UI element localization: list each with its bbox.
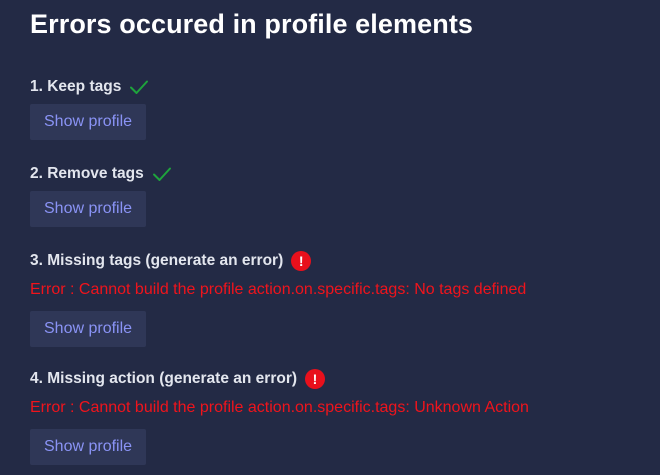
item-header: 3. Missing tags (generate an error) ! <box>30 250 526 272</box>
item-label: 4. Missing action (generate an error) <box>30 370 298 387</box>
page-title: Errors occured in profile elements <box>30 9 474 39</box>
error-glyph: ! <box>305 369 326 389</box>
item-label: 3. Missing tags (generate an error) <box>30 252 284 269</box>
profile-element-missing-tags: 3. Missing tags (generate an error) ! Er… <box>30 250 526 347</box>
show-profile-button[interactable]: Show profile <box>30 104 147 140</box>
profile-element-remove-tags: 2. Remove tags Show profile <box>30 163 172 227</box>
show-profile-button[interactable]: Show profile <box>30 191 147 227</box>
show-profile-button[interactable]: Show profile <box>30 311 147 347</box>
item-header: 2. Remove tags <box>30 163 172 185</box>
error-message: Error : Cannot build the profile action.… <box>30 281 527 298</box>
profile-errors-panel: Errors occured in profile elements 1. Ke… <box>0 0 660 475</box>
error-alert-icon: ! <box>291 251 312 271</box>
show-profile-button[interactable]: Show profile <box>30 429 147 465</box>
item-header: 1. Keep tags <box>30 76 149 98</box>
item-header: 4. Missing action (generate an error) ! <box>30 368 529 390</box>
profile-element-keep-tags: 1. Keep tags Show profile <box>30 76 149 140</box>
error-alert-icon: ! <box>305 369 326 389</box>
error-message: Error : Cannot build the profile action.… <box>30 399 529 416</box>
error-glyph: ! <box>291 251 312 271</box>
checkmark-icon <box>129 79 149 95</box>
item-label: 2. Remove tags <box>30 165 144 182</box>
item-label: 1. Keep tags <box>30 78 122 95</box>
profile-element-missing-action: 4. Missing action (generate an error) ! … <box>30 368 529 465</box>
checkmark-icon <box>152 166 172 182</box>
